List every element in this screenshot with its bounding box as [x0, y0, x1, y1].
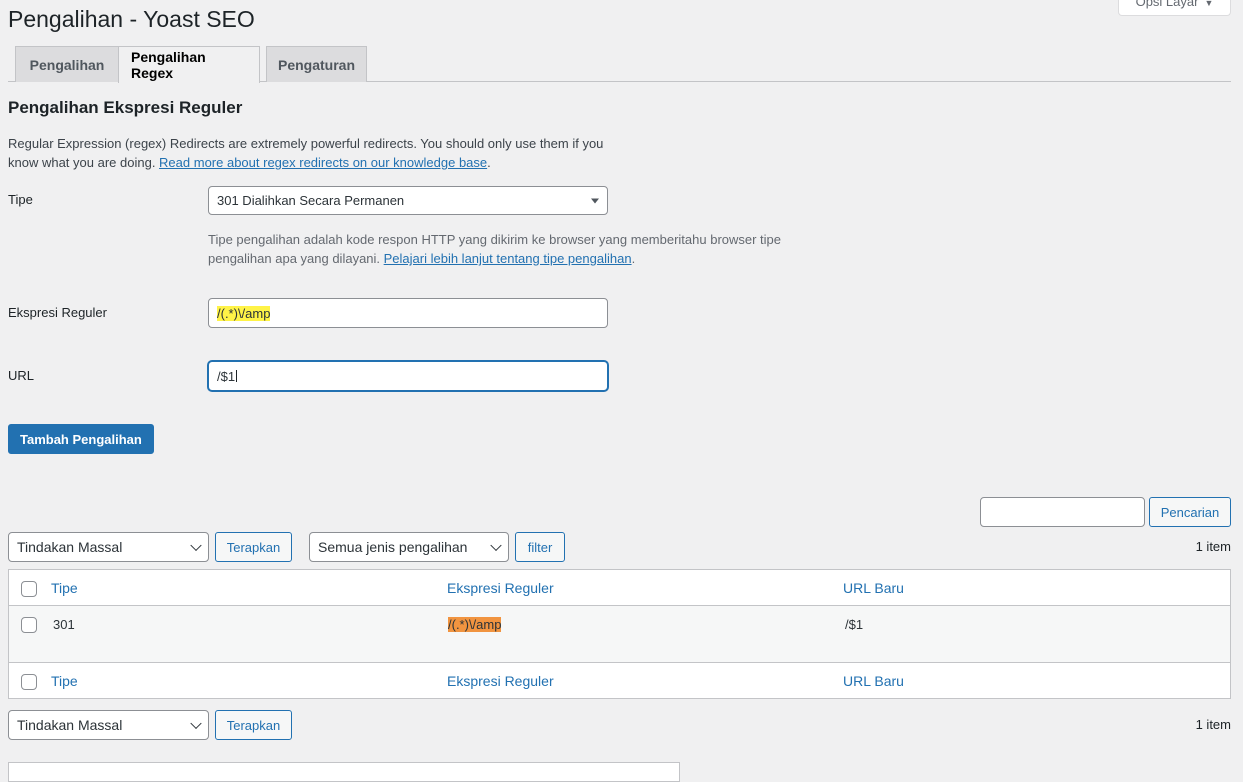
chevron-down-icon [490, 539, 502, 552]
screen-options-button[interactable]: Opsi Layar ▼ [1118, 0, 1231, 16]
section-title: Pengalihan Ekspresi Reguler [8, 98, 243, 117]
apply-label: Terapkan [226, 539, 281, 555]
regex-input-value: /(.*)\/amp [217, 305, 271, 321]
add-redirect-button[interactable]: Tambah Pengalihan [8, 424, 154, 454]
column-header-type[interactable]: Tipe [51, 580, 78, 596]
chevron-down-icon [190, 539, 202, 552]
tab-label: Pengaturan [278, 56, 356, 73]
redirects-table: Tipe Ekspresi Reguler URL Baru 301 /(.*)… [8, 569, 1231, 699]
next-section-card [8, 762, 680, 782]
redirect-type-select[interactable]: 301 Dialihkan Secara Permanen [208, 186, 608, 215]
intro-paragraph: Regular Expression (regex) Redirects are… [8, 134, 618, 172]
apply-button-top[interactable]: Terapkan [215, 532, 292, 562]
filter-button[interactable]: filter [515, 532, 565, 562]
tab-regex-redirects[interactable]: Pengalihan Regex [118, 46, 260, 83]
item-count-top: 1 item [1195, 539, 1231, 554]
column-header-regex[interactable]: Ekspresi Reguler [447, 580, 554, 596]
bulk-action-value: Tindakan Massal [17, 539, 123, 555]
table-footer-row: Tipe Ekspresi Reguler URL Baru [9, 663, 1230, 699]
select-all-checkbox[interactable] [21, 581, 37, 597]
url-input-value: /$1 [217, 368, 236, 384]
tab-label: Pengalihan [29, 56, 105, 73]
intro-end: . [487, 155, 491, 170]
bulk-action-value: Tindakan Massal [17, 717, 123, 733]
url-input[interactable]: /$1 [208, 361, 608, 391]
redirect-types-link[interactable]: Pelajari lebih lanjut tentang tipe penga… [384, 251, 632, 266]
caret-down-icon: ▼ [1204, 0, 1214, 8]
filter-select-value: Semua jenis pengalihan [318, 539, 468, 555]
column-footer-new-url[interactable]: URL Baru [843, 673, 904, 689]
text-cursor [236, 370, 238, 382]
row-checkbox[interactable] [21, 617, 37, 633]
bulk-action-select-top[interactable]: Tindakan Massal [8, 532, 209, 562]
tab-bar: Pengalihan Pengalihan Regex Pengaturan [8, 46, 1231, 83]
cell-new-url: /$1 [845, 617, 864, 632]
bulk-action-select-bottom[interactable]: Tindakan Massal [8, 710, 209, 740]
column-header-new-url[interactable]: URL Baru [843, 580, 904, 596]
search-button-label: Pencarian [1160, 504, 1220, 520]
apply-label: Terapkan [226, 717, 281, 733]
table-row: 301 /(.*)\/amp /$1 [9, 606, 1230, 663]
tab-label: Pengalihan Regex [131, 49, 206, 81]
search-button[interactable]: Pencarian [1149, 497, 1231, 527]
url-label: URL [8, 368, 35, 383]
redirect-type-value: 301 Dialihkan Secara Permanen [217, 193, 405, 208]
dropdown-arrow-icon [591, 198, 599, 203]
type-label: Tipe [8, 192, 33, 207]
add-redirect-label: Tambah Pengalihan [20, 431, 142, 447]
cell-type: 301 [53, 617, 75, 632]
column-footer-regex[interactable]: Ekspresi Reguler [447, 673, 554, 689]
tab-settings[interactable]: Pengaturan [266, 46, 367, 82]
page-title: Pengalihan - Yoast SEO [8, 6, 255, 32]
apply-button-bottom[interactable]: Terapkan [215, 710, 292, 740]
screen-options-label: Opsi Layar [1135, 0, 1199, 9]
cell-regex: /(.*)\/amp [448, 617, 502, 632]
search-input[interactable] [980, 497, 1145, 527]
select-all-checkbox-footer[interactable] [21, 674, 37, 690]
type-help-end: . [631, 251, 636, 266]
chevron-down-icon [190, 717, 202, 730]
table-header-row: Tipe Ekspresi Reguler URL Baru [9, 570, 1230, 606]
column-footer-type[interactable]: Tipe [51, 673, 78, 689]
tab-redirects[interactable]: Pengalihan [15, 46, 119, 82]
redirect-type-filter-select[interactable]: Semua jenis pengalihan [309, 532, 509, 562]
item-count-bottom: 1 item [1195, 717, 1231, 732]
type-help-text: Tipe pengalihan adalah kode respon HTTP … [208, 230, 818, 268]
regex-label: Ekspresi Reguler [8, 305, 107, 320]
knowledge-base-link[interactable]: Read more about regex redirects on our k… [159, 155, 487, 170]
regex-input[interactable]: /(.*)\/amp [208, 298, 608, 328]
filter-label: filter [527, 539, 553, 555]
